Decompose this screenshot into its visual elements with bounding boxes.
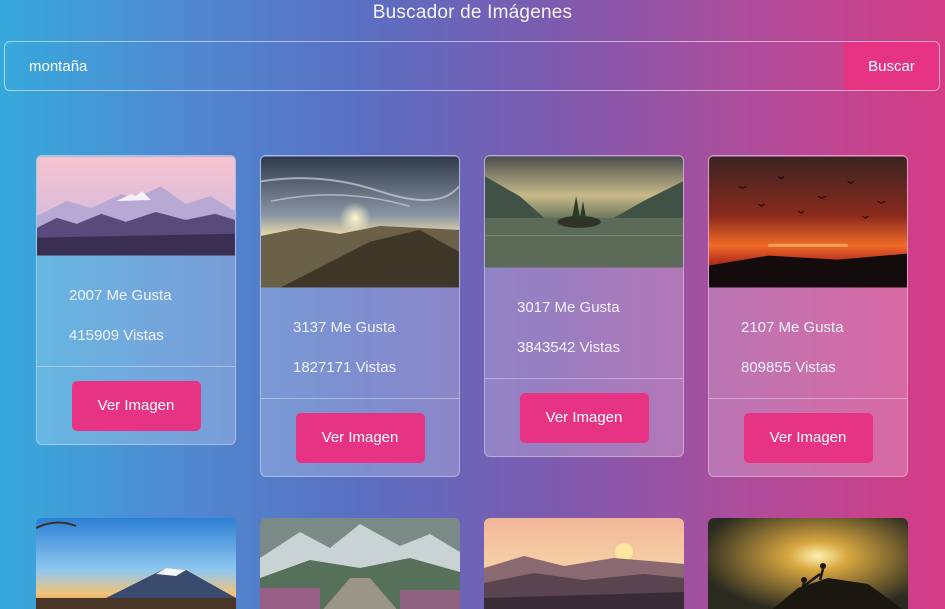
view-image-button[interactable]: Ver Imagen	[295, 412, 425, 463]
image-card	[708, 518, 908, 609]
red-sunset-birds-icon[interactable]	[709, 156, 907, 288]
views-count: 1827171 Vistas	[293, 359, 397, 376]
page-title: Buscador de Imágenes	[372, 2, 573, 23]
image-card	[36, 518, 236, 609]
image-card	[260, 518, 460, 609]
views-count: 415909 Vistas	[69, 327, 164, 344]
likes-count: 3137 Me Gusta	[293, 319, 396, 336]
views-count: 3843542 Vistas	[517, 339, 621, 356]
views-count: 809855 Vistas	[741, 359, 836, 376]
view-image-button[interactable]: Ver Imagen	[519, 392, 649, 443]
search-button[interactable]: Buscar	[844, 42, 939, 90]
view-image-button[interactable]: Ver Imagen	[71, 380, 201, 431]
misty-sunrise-icon[interactable]	[484, 518, 684, 609]
image-card: 2107 Me Gusta 809855 Vistas Ver Imagen	[708, 155, 908, 477]
image-card: 3137 Me Gusta 1827171 Vistas Ver Imagen	[260, 155, 460, 477]
climbers-silhouette-icon[interactable]	[708, 518, 908, 609]
image-card	[484, 518, 684, 609]
likes-count: 3017 Me Gusta	[517, 299, 620, 316]
view-image-button[interactable]: Ver Imagen	[743, 412, 873, 463]
search-input[interactable]	[5, 42, 844, 90]
likes-count: 2107 Me Gusta	[741, 319, 844, 336]
search-bar: Buscar	[4, 41, 940, 91]
mountain-range-icon[interactable]	[37, 156, 235, 256]
likes-count: 2007 Me Gusta	[69, 287, 172, 304]
lake-island-icon[interactable]	[485, 156, 683, 268]
mount-fuji-icon[interactable]	[36, 518, 236, 609]
sunset-clouds-icon[interactable]	[261, 156, 459, 288]
snowy-peaks-path-icon[interactable]	[260, 518, 460, 609]
image-card: 3017 Me Gusta 3843542 Vistas Ver Imagen	[484, 155, 684, 457]
image-card: 2007 Me Gusta 415909 Vistas Ver Imagen	[36, 155, 236, 445]
